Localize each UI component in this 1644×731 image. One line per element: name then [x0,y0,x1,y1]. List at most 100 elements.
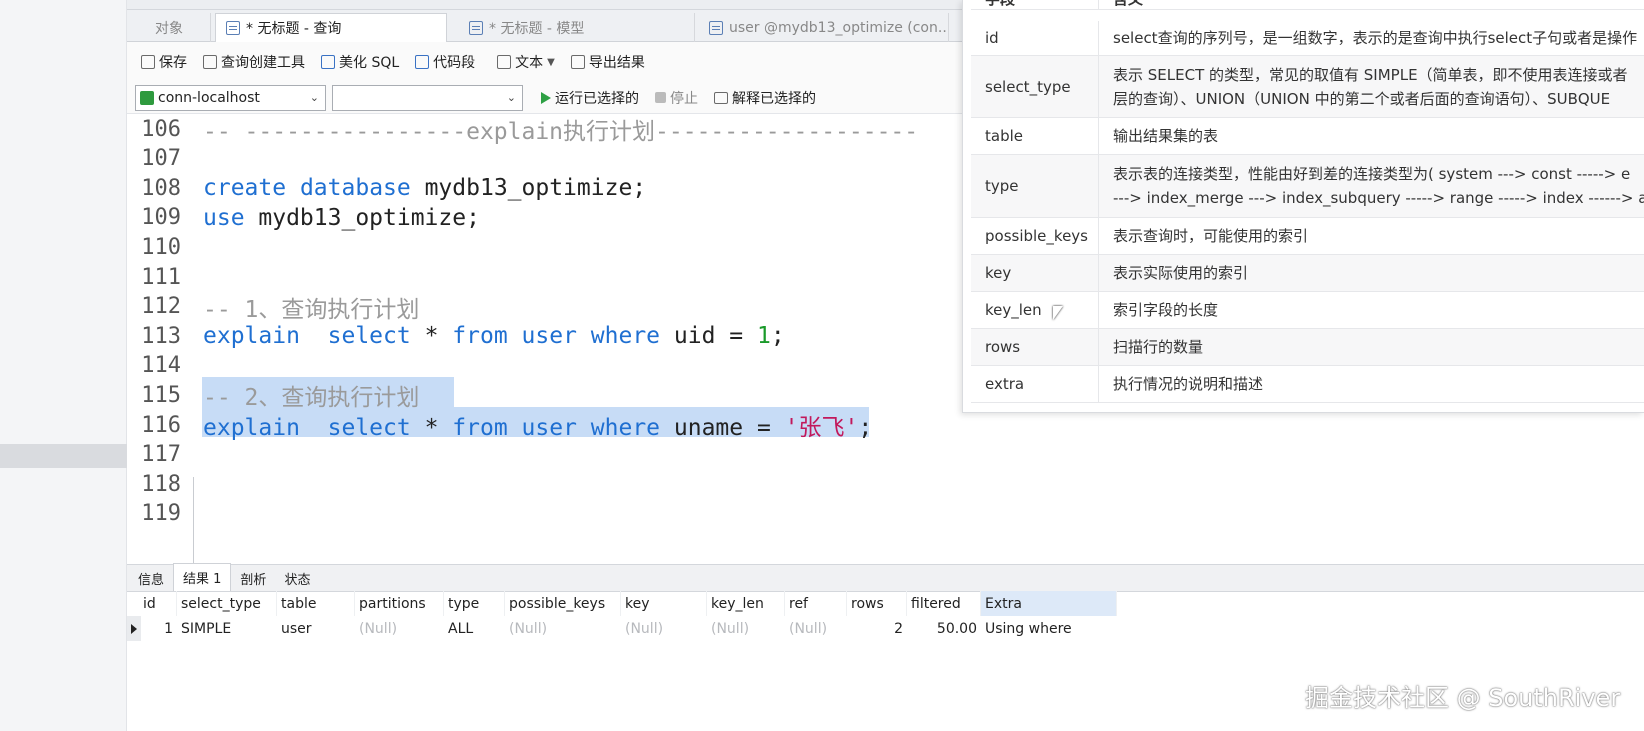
explain-header-row: 字段含义 [971,0,1644,10]
tab-label: user @mydb13_optimize (con... [729,19,949,36]
line-number: 116 [141,412,181,438]
grid-cell[interactable]: 1 [139,616,177,641]
grid-cell[interactable]: 2 [847,616,907,641]
field-meaning: 索引字段的长度 [1099,292,1644,328]
code-token: mydb13_optimize; [244,204,480,231]
meaning-line: 表示实际使用的索引 [1113,264,1249,282]
line-number: 114 [141,353,181,379]
code-token: 1 [756,323,771,350]
tab-model[interactable]: * 无标题 - 模型 [459,13,695,42]
grid-column-header[interactable]: ref [785,591,847,616]
code-token: where [590,415,661,441]
field-meaning: 表示表的连接类型，性能由好到差的连接类型为( system ---> const… [1099,155,1644,217]
field-meaning: 表示查询时，可能使用的索引 [1099,218,1644,254]
query-builder-button[interactable]: 查询创建工具 [197,52,311,72]
play-icon [541,91,551,104]
explain-field-row: extra 执行情况的说明和描述 [971,366,1644,403]
export-result-button[interactable]: 导出结果 [565,52,651,72]
grid-column-header[interactable]: type [444,591,505,616]
grid-column-header[interactable]: select_type [177,591,277,616]
code-token: ; [770,323,785,350]
grid-cell[interactable]: (Null) [785,616,847,641]
watermark: 掘金技术社区 @ SouthRiver [1305,684,1621,712]
result-tab[interactable]: 信息 [129,565,173,591]
grid-cell[interactable]: 50.00 [907,616,981,641]
code-line: 109 use mydb13_optimize; [127,203,480,233]
result-tab[interactable]: 结果 1 [173,563,232,591]
field-name: rows [971,329,1099,365]
code-text: explain select * from user where uname =… [193,408,872,442]
grid-cell[interactable]: (Null) [707,616,785,641]
save-button[interactable]: 保存 [135,52,193,72]
grid-cell[interactable]: SIMPLE [177,616,277,641]
grid-cell[interactable]: (Null) [355,616,444,641]
stop-icon [655,92,666,103]
grid-column-header[interactable]: rows [847,591,907,616]
save-icon [141,55,155,69]
grid-column-header[interactable]: possible_keys [505,591,621,616]
code-token: select [327,415,411,441]
grid-cell[interactable]: (Null) [621,616,707,641]
grid-cell[interactable]: ALL [444,616,505,641]
database-select[interactable]: ⌄ [332,84,523,111]
stop-button[interactable]: 停止 [655,88,698,108]
code-token: explain [203,323,300,350]
tab-table-user[interactable]: user @mydb13_optimize (con... [699,13,949,42]
code-token: where [590,323,661,350]
explain-selected-button[interactable]: 解释已选择的 [714,88,816,108]
code-line: 112 -- 1、查询执行计划 [127,292,419,323]
code-token: explain [203,415,300,441]
line-number: 118 [141,471,181,497]
line-number: 112 [141,294,181,320]
chevron-down-icon: ▼ [547,56,555,68]
code-line: 110 [127,232,203,262]
code-line: 111 [127,262,203,292]
grid-cell[interactable]: Using where [981,616,1117,641]
connection-select[interactable]: conn-localhost ⌄ [135,84,326,111]
code-token: uname = [660,415,785,441]
result-tab[interactable]: 状态 [275,565,319,591]
grid-column-header[interactable]: key_len [707,591,785,616]
code-text: -- ----------------explain执行计划----------… [193,112,918,146]
table-row[interactable]: 1 SIMPLE user (Null) ALL (Null) (Null) (Null) (N… [127,616,1127,641]
line-number: 117 [141,442,181,468]
snippet-button[interactable]: 代码段 [409,52,481,72]
tab-label: * 无标题 - 模型 [489,20,585,37]
explain-field-row: key_len 索引字段的长度 [971,292,1644,329]
grid-column-header[interactable]: id [139,591,177,616]
mouse-cursor-icon [1053,306,1063,320]
run-selected-button[interactable]: 运行已选择的 [541,88,639,108]
line-number: 108 [141,175,181,201]
grid-column-header[interactable]: Extra [981,591,1117,616]
field-meaning: 执行情况的说明和描述 [1099,366,1644,402]
text-button[interactable]: 文本 ▼ [491,52,561,72]
code-token: mydb13_optimize; [410,175,647,202]
field-name: key [971,255,1099,291]
explain-field-row: id select查询的序列号，是一组数字，表示的是查询中执行select子句或者… [971,21,1644,56]
field-meaning: 表示实际使用的索引 [1099,255,1644,291]
field-name: table [971,118,1099,154]
explain-field-row: select_type 表示 SELECT 的类型，常见的取值有 SIMPLE（简… [971,56,1644,118]
grid-cell[interactable]: (Null) [505,616,621,641]
field-name: select_type [971,56,1099,117]
beautify-sql-button[interactable]: 美化 SQL [315,52,405,72]
grid-column-header[interactable]: key [621,591,707,616]
code-line: 108 create database mydb13_optimize; [127,173,646,203]
tab-objects[interactable]: 对象 [145,13,211,42]
tab-query[interactable]: * 无标题 - 查询 [215,13,447,42]
grid-column-header[interactable]: partitions [355,591,444,616]
result-tab[interactable]: 剖析 [231,565,275,591]
tree-selected-row[interactable] [0,444,127,468]
field-meaning: 扫描行的数量 [1099,329,1644,365]
code-line: 118 [127,469,203,499]
grid-header-row: id select_type table partitions type possible… [127,591,1127,616]
grid-cell[interactable]: user [277,616,355,641]
code-token: user [521,415,577,441]
query-builder-icon [203,55,217,69]
code-line: 106 -- ----------------explain执行计划-------… [127,112,918,146]
grid-column-header[interactable]: table [277,591,355,616]
grid-column-header[interactable]: filtered [907,591,981,616]
